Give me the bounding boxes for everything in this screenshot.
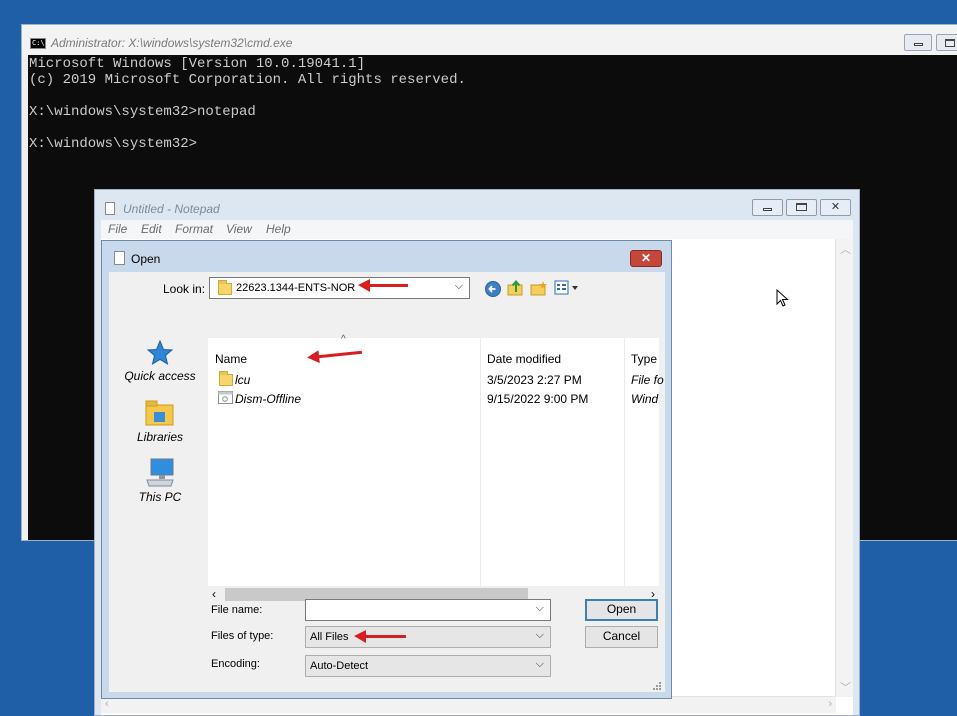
file-name: lcu	[235, 373, 251, 387]
folder-icon	[218, 280, 232, 295]
places-bar: Quick access Libraries This PC	[120, 338, 198, 538]
column-header-date-modified[interactable]: Date modified	[487, 352, 561, 366]
annotation-arrow-icon	[354, 630, 406, 643]
open-button[interactable]: Open	[585, 599, 658, 621]
mouse-cursor-icon	[776, 289, 789, 307]
notepad-vertical-scrollbar[interactable]: ︿ ﹀	[835, 239, 853, 697]
notepad-icon	[105, 202, 115, 215]
cmd-title: Administrator: X:\windows\system32\cmd.e…	[51, 36, 293, 50]
quick-access-star-icon	[147, 340, 173, 366]
files-of-type-value: All Files	[310, 631, 349, 643]
files-of-type-select[interactable]: All Files ⌵	[305, 626, 551, 648]
console-prompt: X:\windows\system32>	[29, 136, 198, 152]
menu-format[interactable]: Format	[175, 222, 213, 236]
console-line: X:\windows\system32>notepad	[29, 104, 256, 120]
up-folder-icon[interactable]	[507, 279, 525, 297]
file-list[interactable]: ^ Name Date modified Type lcu 3/5/2023 2…	[208, 334, 664, 604]
file-name-input[interactable]: ⌵	[305, 599, 551, 621]
cmd-minimize-button[interactable]	[904, 34, 932, 51]
this-pc-icon	[146, 458, 174, 487]
sort-up-icon: ^	[341, 334, 346, 345]
notepad-close-button[interactable]: ✕	[820, 199, 851, 216]
libraries-icon	[145, 400, 174, 426]
chevron-down-icon: ⌵	[535, 629, 544, 641]
notepad-minimize-button[interactable]	[752, 199, 783, 216]
scroll-down-icon[interactable]: ﹀	[840, 679, 851, 695]
dialog-icon	[114, 251, 125, 265]
menu-help[interactable]: Help	[266, 222, 291, 236]
place-label: This PC	[138, 490, 182, 504]
file-row[interactable]: Dism-Offline 9/15/2022 9:00 PM Wind	[208, 387, 659, 406]
scroll-left-icon[interactable]: ‹	[212, 587, 216, 601]
notepad-maximize-button[interactable]	[786, 199, 817, 216]
restore-icon	[796, 203, 807, 211]
new-folder-icon[interactable]	[530, 279, 548, 297]
file-date: 9/15/2022 9:00 PM	[487, 392, 589, 406]
application-icon	[218, 391, 233, 404]
scroll-left-icon[interactable]: ‹	[105, 698, 109, 710]
file-type: Wind	[631, 392, 659, 406]
place-label: Quick access	[124, 369, 196, 383]
column-header-name[interactable]: Name	[215, 352, 247, 366]
file-name: Dism-Offline	[235, 392, 302, 406]
resize-grip-icon[interactable]	[652, 681, 662, 691]
place-this-pc[interactable]: This PC	[120, 456, 200, 510]
minimize-icon	[914, 43, 923, 46]
notepad-title: Untitled - Notepad	[123, 202, 220, 216]
encoding-label: Encoding:	[211, 658, 260, 670]
console-line: (c) 2019 Microsoft Corporation. All righ…	[29, 72, 466, 88]
menu-view[interactable]: View	[226, 222, 252, 236]
file-name-label: File name:	[211, 604, 263, 616]
back-icon[interactable]	[484, 280, 502, 298]
open-dialog: Open ✕ Look in: 22623.1344-ENTS-NOR ⌵ Qu…	[101, 240, 672, 699]
cmd-icon: C:\	[30, 38, 46, 49]
restore-icon	[945, 39, 955, 47]
dialog-client-area: Look in: 22623.1344-ENTS-NOR ⌵ Quick acc…	[109, 272, 665, 692]
minimize-icon	[763, 208, 772, 211]
cmd-titlebar[interactable]: C:\ Administrator: X:\windows\system32\c…	[22, 25, 957, 55]
file-type: File fo	[631, 373, 664, 387]
dialog-title: Open	[131, 252, 161, 266]
encoding-select[interactable]: Auto-Detect ⌵	[305, 655, 551, 677]
file-row[interactable]: lcu 3/5/2023 2:27 PM File fo	[208, 368, 664, 387]
scroll-right-icon[interactable]: ›	[828, 698, 832, 710]
encoding-value: Auto-Detect	[310, 660, 369, 672]
file-date: 3/5/2023 2:27 PM	[487, 373, 582, 387]
notepad-menubar: File Edit Format View Help	[101, 220, 853, 239]
annotation-arrow-icon	[358, 279, 408, 292]
close-icon: ✕	[830, 201, 841, 213]
view-menu-icon[interactable]	[554, 280, 580, 296]
look-in-combo[interactable]: 22623.1344-ENTS-NOR ⌵	[209, 277, 470, 299]
chevron-down-icon: ⌵	[535, 658, 544, 670]
menu-edit[interactable]: Edit	[141, 222, 162, 236]
place-libraries[interactable]: Libraries	[120, 398, 200, 450]
chevron-down-icon[interactable]: ⌵	[536, 602, 544, 615]
chevron-down-icon: ⌵	[454, 280, 463, 292]
column-header-type[interactable]: Type	[631, 352, 657, 366]
folder-icon	[219, 371, 233, 386]
look-in-label: Look in:	[163, 282, 206, 296]
files-of-type-label: Files of type:	[211, 630, 274, 642]
dialog-close-button[interactable]: ✕	[630, 250, 662, 267]
console-line: Microsoft Windows [Version 10.0.19041.1]	[29, 56, 366, 72]
cmd-maximize-button[interactable]	[936, 34, 957, 51]
scroll-up-icon[interactable]: ︿	[840, 241, 851, 257]
cancel-button[interactable]: Cancel	[585, 626, 658, 648]
menu-file[interactable]: File	[108, 222, 127, 236]
look-in-value: 22623.1344-ENTS-NOR	[236, 282, 356, 294]
close-icon: ✕	[640, 251, 652, 265]
place-quick-access[interactable]: Quick access	[120, 338, 200, 390]
place-label: Libraries	[136, 430, 184, 444]
